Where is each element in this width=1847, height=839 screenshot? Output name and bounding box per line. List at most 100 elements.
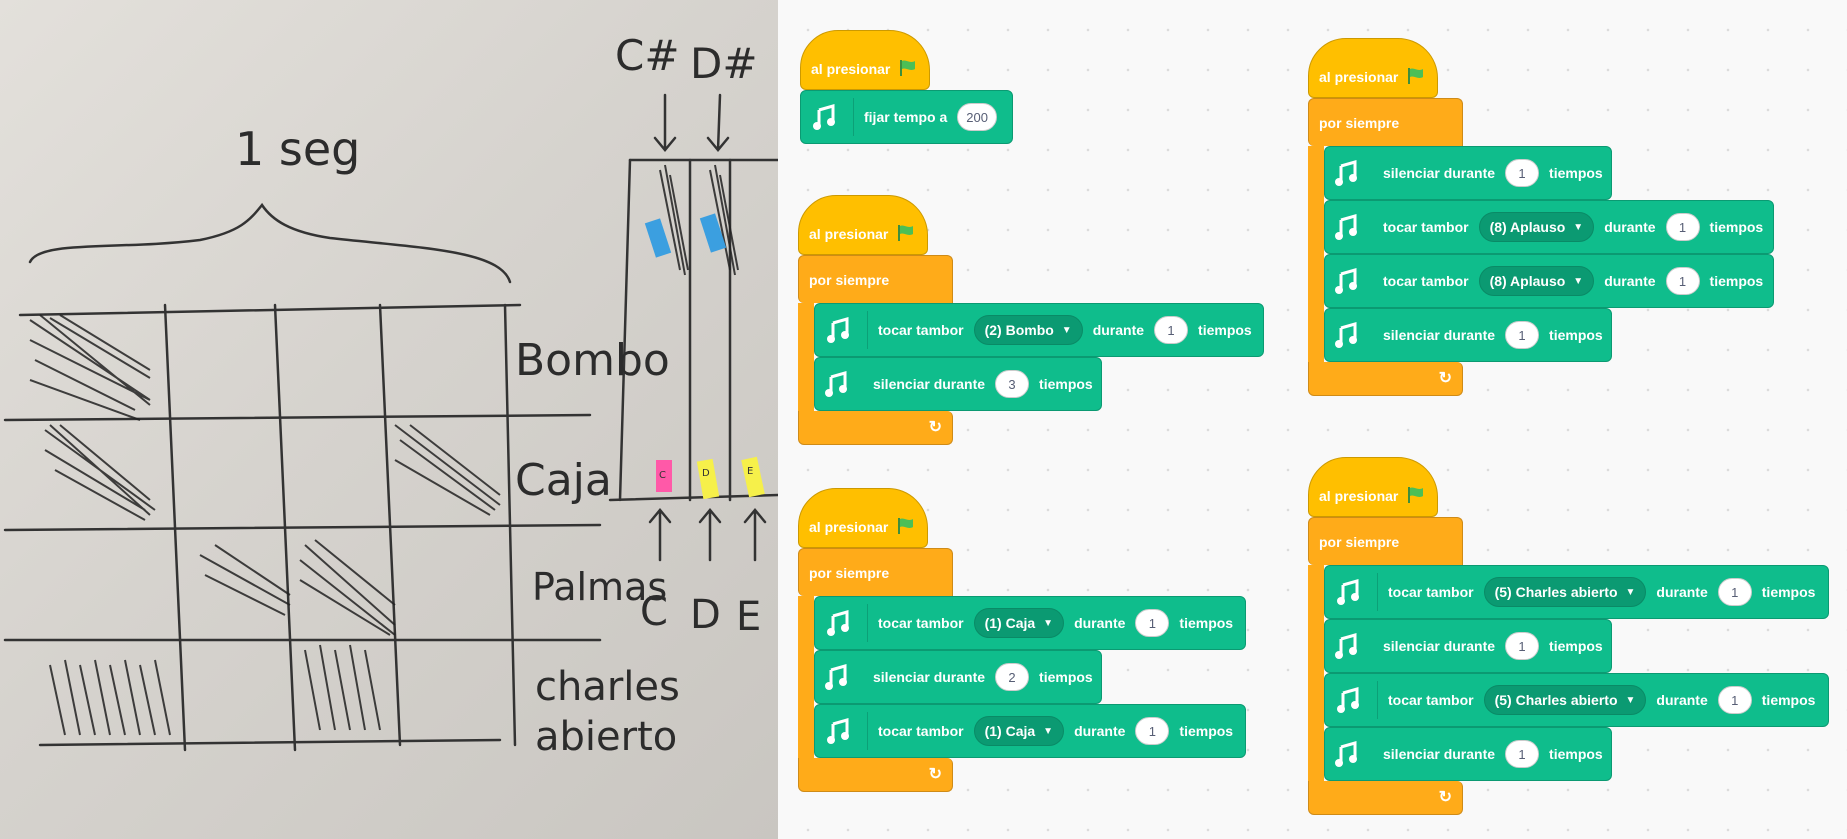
drum-dropdown[interactable]: (1) Caja ▼: [973, 608, 1065, 638]
scratch-workspace[interactable]: al presionar fijar tempo a 200 al presio…: [778, 0, 1847, 839]
script-tempo[interactable]: al presionar fijar tempo a 200: [800, 30, 1013, 144]
play-drum-block[interactable]: tocar tambor (8) Aplauso ▼ durante 1 tiem…: [1324, 200, 1774, 254]
sticky-note-label-d: D: [702, 468, 710, 479]
drum-dropdown[interactable]: (2) Bombo ▼: [973, 315, 1083, 345]
block-label: silenciar durante: [1383, 165, 1496, 181]
script-charles[interactable]: al presionar por siempre tocar tambor (5…: [1308, 457, 1829, 815]
hat-block[interactable]: al presionar: [1308, 38, 1438, 98]
photo-label-1seg: 1 seg: [235, 122, 360, 176]
drum-dropdown[interactable]: (5) Charles abierto ▼: [1483, 577, 1647, 607]
play-drum-block[interactable]: tocar tambor (2) Bombo ▼ durante 1 tiempo…: [814, 303, 1264, 357]
rest-block[interactable]: silenciar durante 2 tiempos: [814, 650, 1102, 704]
play-drum-block[interactable]: tocar tambor (1) Caja ▼ durante 1 tiempos: [814, 704, 1246, 758]
sticky-note-yellow: [696, 458, 720, 500]
forever-block[interactable]: por siempre: [1308, 517, 1463, 565]
forever-bottom: ↻: [798, 758, 953, 792]
music-note-icon: [1333, 629, 1363, 663]
sticky-note-label-e: E: [747, 466, 753, 477]
play-drum-block[interactable]: tocar tambor (5) Charles abierto ▼ durant…: [1324, 565, 1829, 619]
drum-dropdown[interactable]: (5) Charles abierto ▼: [1483, 685, 1647, 715]
forever-block[interactable]: por siempre: [798, 548, 953, 596]
divider: [867, 311, 868, 349]
play-drum-block[interactable]: tocar tambor (8) Aplauso ▼ durante 1 tiem…: [1324, 254, 1774, 308]
beats-input[interactable]: 1: [1665, 213, 1700, 241]
rest-block[interactable]: silenciar durante 3 tiempos: [814, 357, 1102, 411]
beats-input[interactable]: 1: [1154, 316, 1189, 344]
block-label: tocar tambor: [878, 723, 964, 739]
block-label: tiempos: [1709, 219, 1764, 235]
beats-input[interactable]: 3: [995, 370, 1030, 398]
photo-label-e: E: [736, 594, 761, 640]
set-tempo-block[interactable]: fijar tempo a 200: [800, 90, 1013, 144]
hat-block[interactable]: al presionar: [800, 30, 930, 90]
drum-value: (5) Charles abierto: [1494, 692, 1618, 708]
beats-input[interactable]: 1: [1505, 321, 1540, 349]
hat-label: al presionar: [1319, 69, 1399, 85]
whiteboard-sketch: 1 seg Bombo Caja Palmas C D E charles ab…: [3, 31, 778, 760]
block-label: durante: [1604, 273, 1656, 289]
script-bombo[interactable]: al presionar por siempre tocar tambor (2…: [798, 195, 1264, 445]
loop-arrow-icon: ↻: [1438, 789, 1452, 806]
forever-label: por siempre: [809, 272, 890, 288]
block-label: tocar tambor: [1383, 219, 1469, 235]
tempo-input[interactable]: 200: [957, 103, 997, 131]
script-aplauso[interactable]: al presionar por siempre silenciar duran…: [1308, 38, 1774, 396]
beats-input[interactable]: 1: [1717, 686, 1752, 714]
block-label: tocar tambor: [878, 322, 964, 338]
drum-dropdown[interactable]: (1) Caja ▼: [973, 716, 1065, 746]
block-label: silenciar durante: [873, 669, 986, 685]
forever-block[interactable]: por siempre: [798, 255, 953, 303]
beats-input[interactable]: 1: [1717, 578, 1752, 606]
block-label: tiempos: [1549, 327, 1603, 343]
beats-input[interactable]: 1: [1505, 632, 1540, 660]
block-label: tiempos: [1549, 746, 1603, 762]
drum-value: (2) Bombo: [984, 322, 1054, 338]
block-label: tiempos: [1039, 669, 1093, 685]
green-flag-icon: [900, 60, 916, 76]
forever-label: por siempre: [1319, 115, 1400, 131]
block-label: tocar tambor: [1388, 692, 1474, 708]
beats-input[interactable]: 1: [1135, 609, 1170, 637]
caret-down-icon: ▼: [1625, 586, 1636, 598]
green-flag-icon: [1408, 68, 1424, 84]
beats-input[interactable]: 1: [1665, 267, 1700, 295]
block-label: tiempos: [1179, 723, 1234, 739]
drum-dropdown[interactable]: (8) Aplauso ▼: [1478, 266, 1595, 296]
rest-block[interactable]: silenciar durante 1 tiempos: [1324, 619, 1612, 673]
rest-block[interactable]: silenciar durante 1 tiempos: [1324, 308, 1612, 362]
music-note-icon: [1333, 156, 1363, 190]
forever-body: silenciar durante 1 tiempos tocar tambor…: [1308, 146, 1774, 362]
play-drum-block[interactable]: tocar tambor (1) Caja ▼ durante 1 tiempos: [814, 596, 1246, 650]
music-note-icon: [1333, 318, 1363, 352]
photo-label-charles: charles: [535, 664, 680, 710]
forever-body: tocar tambor (2) Bombo ▼ durante 1 tiempo…: [798, 303, 1264, 411]
beats-input[interactable]: 1: [1135, 717, 1170, 745]
drum-value: (5) Charles abierto: [1494, 584, 1618, 600]
rest-block[interactable]: silenciar durante 1 tiempos: [1324, 146, 1612, 200]
beats-input[interactable]: 2: [995, 663, 1030, 691]
drum-value: (1) Caja: [984, 615, 1036, 631]
forever-block[interactable]: por siempre: [1308, 98, 1463, 146]
music-note-icon: [1333, 575, 1367, 609]
beats-input[interactable]: 1: [1505, 740, 1540, 768]
loop-arrow-icon: ↻: [928, 419, 942, 436]
block-label: tiempos: [1761, 692, 1816, 708]
hat-label: al presionar: [811, 61, 891, 77]
music-note-icon: [1333, 683, 1367, 717]
play-drum-block[interactable]: tocar tambor (5) Charles abierto ▼ durant…: [1324, 673, 1829, 727]
hat-block[interactable]: al presionar: [1308, 457, 1438, 517]
photo-label-bombo: Bombo: [515, 335, 670, 386]
block-label: durante: [1656, 584, 1708, 600]
photo-label-caja: Caja: [515, 455, 612, 506]
hat-label: al presionar: [809, 226, 889, 242]
caret-down-icon: ▼: [1625, 694, 1636, 706]
hat-block[interactable]: al presionar: [798, 195, 928, 255]
drum-dropdown[interactable]: (8) Aplauso ▼: [1478, 212, 1595, 242]
block-label: tiempos: [1549, 638, 1603, 654]
script-caja[interactable]: al presionar por siempre tocar tambor (1…: [798, 488, 1246, 792]
beats-input[interactable]: 1: [1505, 159, 1540, 187]
rest-block[interactable]: silenciar durante 1 tiempos: [1324, 727, 1612, 781]
hat-block[interactable]: al presionar: [798, 488, 928, 548]
hat-label: al presionar: [809, 519, 889, 535]
block-label: tocar tambor: [1388, 584, 1474, 600]
